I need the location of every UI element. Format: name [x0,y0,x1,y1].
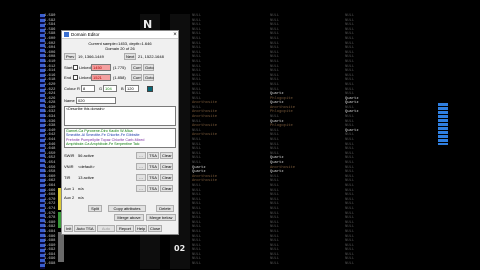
auto-button[interactable]: Auto [97,225,115,232]
swir-edit-button[interactable]: … [136,152,146,159]
depth-label: 1.698 [44,262,56,267]
description-placeholder: <Describe this domain> [66,107,105,111]
aux1-label: Aux 1 [64,186,75,191]
end-goto-button[interactable]: Goto [143,74,154,81]
merge-below-button[interactable]: Merge below [146,214,176,221]
vnir-edit-button[interactable]: … [136,163,146,170]
vnir-value: <default> [78,164,95,169]
start-depth: (1.775) [113,65,126,70]
close-icon[interactable]: × [172,32,178,38]
mineral-column-3: NULL NULL NULL NULL NULL NULL NULL NULL NULL NULL… [345,14,405,267]
mineral-label: NULL [345,262,355,267]
aux1-clear-button[interactable]: Clear [160,185,173,192]
swir-value: 56 active [78,153,95,158]
domain-marker-gray [58,232,64,262]
aux2-value: n/a [78,195,84,200]
split-button[interactable]: Split [88,205,102,212]
colour-swatch[interactable] [147,85,153,92]
merge-above-button[interactable]: Merge above [114,214,144,221]
dialog-titlebar[interactable]: Domain Editor × [62,31,178,39]
init-button[interactable]: Init [64,225,73,232]
auto-tsa-button[interactable]: Auto TSA [74,225,96,232]
app-icon [64,32,69,37]
spectral-profile-bar [438,103,448,145]
b-field[interactable]: 120 [125,85,139,92]
swir-label: SWIR [64,153,75,158]
mineral-column-2: NULL NULL NULL NULL NULL NULL NULL NULL NULL NULL… [270,14,330,267]
tir-edit-button[interactable]: … [136,174,146,181]
colour-label: Colour [64,86,76,91]
vnir-label: VNIR [64,164,74,169]
r-field[interactable]: 8 [81,85,95,92]
name-label: Name [64,98,75,103]
tir-clear-button[interactable]: Clear [160,174,173,181]
swir-tsa-button[interactable]: TSA [147,152,159,159]
end-curr-button[interactable]: Curr [131,74,142,81]
g-field[interactable]: 104 [103,85,117,92]
next-button[interactable]: Next [124,53,136,60]
aux1-value: n/a [78,186,84,191]
tir-tsa-button[interactable]: TSA [147,174,159,181]
mineral-label: NULL [270,262,280,267]
start-curr-button[interactable]: Curr [131,64,142,71]
linked-checkbox[interactable] [73,65,78,70]
report-button[interactable]: Report [116,225,134,232]
copy-attributes-button[interactable]: Copy attributes [108,205,146,212]
mineral-summary-line: Amphibole-Ca Amphibole-Fe Serpentine Tal… [66,142,140,147]
linked-checkbox[interactable] [73,75,78,80]
linked-label: Linked [79,65,91,70]
next-range: 21, 1522-1648 [138,54,164,59]
mineral-label: NULL [192,262,202,267]
linked-label: Linked [79,75,91,80]
end-field[interactable]: 1521 [91,74,111,81]
swir-clear-button[interactable]: Clear [160,152,173,159]
tir-label: TIR [64,175,71,180]
help-button[interactable]: Help [135,225,147,232]
domain-count: Domain 20 of 26 [105,46,135,51]
vnir-clear-button[interactable]: Clear [160,163,173,170]
start-label: Start [64,65,73,70]
end-label: End [64,75,72,80]
domain-editor-dialog: Domain Editor × Current sample=1453, dep… [61,30,179,235]
delete-button[interactable]: Delete [156,205,174,212]
aux1-edit-button[interactable]: … [136,185,146,192]
mineral-column-1: NULL NULL NULL NULL NULL NULL NULL NULL NULL NULL… [192,14,252,267]
aux1-tsa-button[interactable]: TSA [147,185,159,192]
core-label: 02 [174,244,186,253]
prev-button[interactable]: Prev [64,53,76,60]
name-field[interactable]: 020 [76,97,116,104]
dialog-title: Domain Editor [71,32,100,37]
end-depth: (1.858) [113,75,126,80]
start-field[interactable]: 1450 [91,64,111,71]
close-button[interactable]: Close [148,225,162,232]
prev-range: 19, 1366-1449 [78,54,104,59]
description-textarea[interactable]: <Describe this domain> [64,106,176,126]
aux2-label: Aux 2 [64,195,75,200]
depth-scale: 1.590 1.592 1.594 1.596 1.598 1.600 1.602 1.604… [44,14,58,267]
mineral-summary-list: Garnet-Ca Pyroxene-Diro Kaolin W-Mica Sme… [64,128,176,148]
tir-value: 13 active [78,175,95,180]
vnir-tsa-button[interactable]: TSA [147,163,159,170]
start-goto-button[interactable]: Goto [143,64,154,71]
